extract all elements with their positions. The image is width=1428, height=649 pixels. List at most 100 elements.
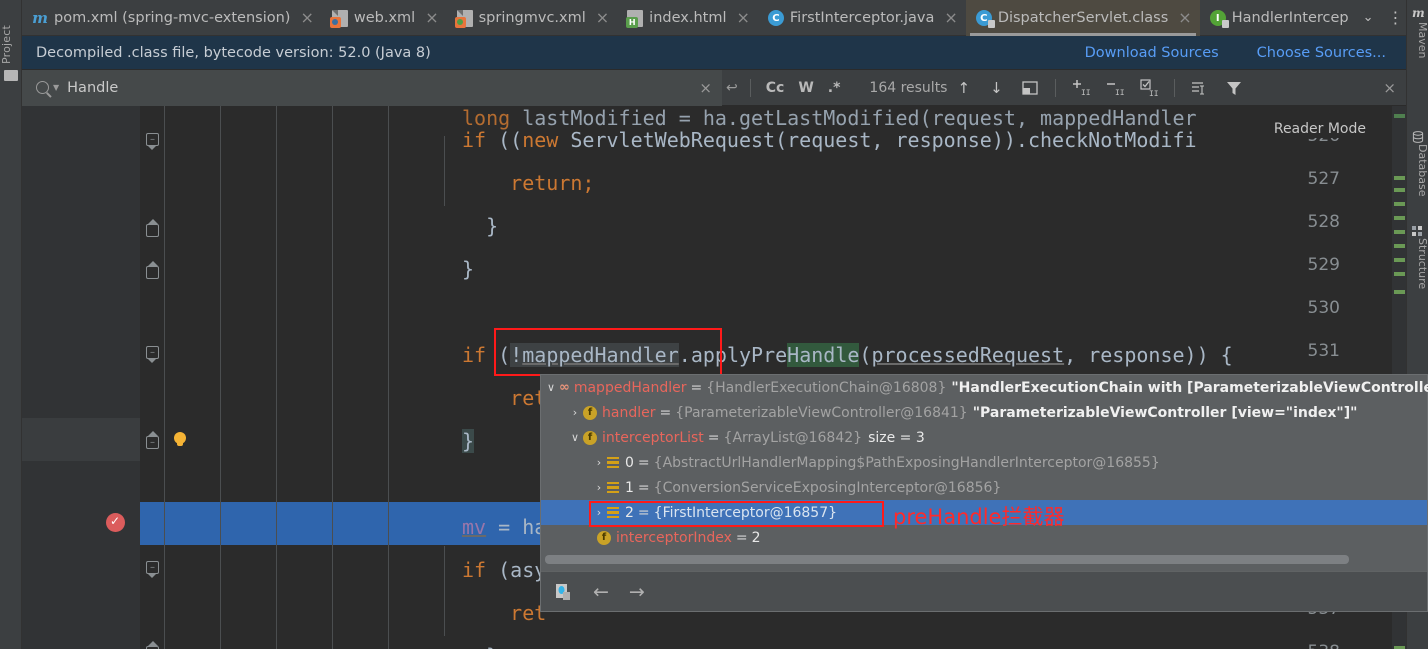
chevron-down-icon[interactable]: ⌄ <box>1357 10 1380 25</box>
chevron-down-icon[interactable]: ▼ <box>53 83 59 92</box>
tab-label: index.html <box>649 10 727 26</box>
keyword: if <box>462 557 487 582</box>
tab-dispatcherservlet-class[interactable]: C DispatcherServlet.class × <box>965 0 1200 36</box>
tab-close-icon[interactable]: × <box>300 10 313 26</box>
marker <box>1394 188 1405 192</box>
variable-type: {ArrayList@16842} <box>723 429 863 446</box>
code-line: } <box>462 256 475 281</box>
chevron-right-icon[interactable]: › <box>593 456 605 469</box>
field-icon: f <box>583 405 597 420</box>
tree-row-interceptor-1[interactable]: › 1 = {ConversionServiceExposingIntercep… <box>541 475 1427 500</box>
search-icon <box>36 81 49 94</box>
back-arrow-icon[interactable]: ← <box>593 581 609 603</box>
choose-sources-link[interactable]: Choose Sources... <box>1257 45 1386 61</box>
tab-close-icon[interactable]: × <box>425 10 438 26</box>
find-previous-button[interactable]: ↑ <box>947 79 980 97</box>
variable-processedRequest: processedRequest <box>871 342 1065 367</box>
sidebar-item-project[interactable]: Project <box>0 4 22 64</box>
search-history-icon[interactable]: ↩ <box>722 80 742 96</box>
equals-sign: = <box>637 504 650 521</box>
toggle-line-icon[interactable]: II <box>1140 78 1158 97</box>
equals-sign: = <box>690 379 703 396</box>
forward-arrow-icon[interactable]: → <box>629 581 645 603</box>
filter-lines-icon[interactable] <box>1191 79 1209 97</box>
tab-label: HandlerIntercep <box>1231 10 1349 26</box>
marker <box>1394 272 1405 276</box>
maven-file-icon: m <box>32 9 48 27</box>
list-item-icon <box>607 506 619 520</box>
tab-label: DispatcherServlet.class <box>997 10 1169 26</box>
tab-close-icon[interactable]: × <box>1178 10 1191 26</box>
chevron-right-icon[interactable]: › <box>593 481 605 494</box>
equals-sign: = <box>637 479 650 496</box>
reader-mode-tooltip: Reader Mode <box>1269 120 1370 138</box>
variable-type: {ParameterizableViewController@16841} <box>675 404 968 421</box>
sidebar-item-structure[interactable]: Structure <box>1407 238 1428 310</box>
chevron-right-icon[interactable]: › <box>593 506 605 519</box>
chevron-down-icon[interactable]: ∨ <box>569 431 581 444</box>
tree-row-handler[interactable]: › f handler = {ParameterizableViewContro… <box>541 400 1427 425</box>
variable-type: {AbstractUrlHandlerMapping$PathExposingH… <box>653 454 1160 471</box>
tab-springmvc-xml[interactable]: springmvc.xml × <box>447 0 618 36</box>
marker <box>1394 216 1405 220</box>
search-input[interactable]: Handle <box>67 80 691 96</box>
marker <box>1394 176 1405 180</box>
find-next-button[interactable]: ↓ <box>980 79 1013 97</box>
regex-toggle[interactable]: .* <box>821 80 848 96</box>
tab-close-icon[interactable]: × <box>596 10 609 26</box>
xml-file-icon <box>329 9 348 28</box>
tree-row-interceptorlist[interactable]: ∨ f interceptorList = {ArrayList@16842} … <box>541 425 1427 450</box>
debugger-value-popup[interactable]: ∨ ∞ mappedHandler = {HandlerExecutionCha… <box>540 374 1428 612</box>
banner-links: Download Sources Choose Sources... <box>1085 45 1392 61</box>
tree-row-interceptor-0[interactable]: › 0 = {AbstractUrlHandlerMapping$PathExp… <box>541 450 1427 475</box>
filter-icon[interactable] <box>1225 79 1243 97</box>
select-all-occurrences-icon[interactable] <box>1021 79 1039 97</box>
clear-search-icon[interactable]: × <box>699 79 712 97</box>
popup-horizontal-scrollbar[interactable] <box>545 555 1349 564</box>
marker <box>1394 114 1405 118</box>
svg-text:II: II <box>1149 90 1158 97</box>
tree-row-mappedhandler[interactable]: ∨ ∞ mappedHandler = {HandlerExecutionCha… <box>541 375 1428 400</box>
project-icon[interactable] <box>4 70 18 81</box>
whole-words-toggle[interactable]: W <box>791 80 820 96</box>
code-text: (asy <box>486 557 547 582</box>
download-sources-link[interactable]: Download Sources <box>1085 45 1219 61</box>
tab-index-html[interactable]: H index.html × <box>617 0 758 36</box>
variable-name: interceptorList <box>602 429 704 446</box>
code-text: , <box>1064 342 1089 367</box>
add-line-icon[interactable]: II <box>1072 79 1090 97</box>
chevron-right-icon[interactable]: › <box>569 406 581 419</box>
inspect-icon[interactable] <box>555 583 573 601</box>
keyword: new <box>522 127 559 152</box>
tab-close-icon[interactable]: × <box>944 10 957 26</box>
code-text: ServletWebRequest <box>558 127 776 152</box>
close-find-toolbar-icon[interactable]: × <box>1383 79 1406 97</box>
tab-web-xml[interactable]: web.xml × <box>322 0 447 36</box>
variable-value: "HandlerExecutionChain with [Parameteriz… <box>951 379 1428 396</box>
structure-icon[interactable] <box>1412 222 1424 236</box>
sidebar-item-database[interactable]: Database <box>1407 144 1428 212</box>
chevron-down-icon[interactable]: ∨ <box>545 381 557 394</box>
match-case-toggle[interactable]: Cc <box>759 80 792 96</box>
java-interface-locked-icon: I <box>1209 10 1229 28</box>
code-text: (request, response)).checkNotModifi <box>775 127 1197 152</box>
remove-line-icon[interactable]: II <box>1106 79 1124 97</box>
banner-message: Decompiled .class file, bytecode version… <box>36 44 431 61</box>
tab-pom-xml[interactable]: m pom.xml (spring-mvc-extension) × <box>22 0 322 36</box>
annotation-box-mappedhandler <box>494 328 722 376</box>
tab-close-icon[interactable]: × <box>736 10 749 26</box>
variable-type: {FirstInterceptor@16857} <box>653 504 838 521</box>
marker <box>1394 290 1405 294</box>
more-options-icon[interactable]: ⋮ <box>1382 8 1410 27</box>
tab-label: web.xml <box>353 10 416 26</box>
variable-name: handler <box>602 404 656 421</box>
annotation-text-prehandle: preHandle拦截器 <box>893 505 1065 529</box>
database-icon[interactable] <box>1412 128 1424 143</box>
marker <box>1394 258 1405 262</box>
divider <box>1173 78 1175 97</box>
search-input-wrapper[interactable]: ▼ Handle × <box>22 69 722 106</box>
maven-icon[interactable]: m <box>1412 6 1425 20</box>
tab-firstinterceptor-java[interactable]: C FirstInterceptor.java × <box>758 0 966 36</box>
decompiled-banner: Decompiled .class file, bytecode version… <box>22 36 1406 70</box>
tab-handlerinterceptor[interactable]: I HandlerIntercep <box>1200 0 1357 36</box>
